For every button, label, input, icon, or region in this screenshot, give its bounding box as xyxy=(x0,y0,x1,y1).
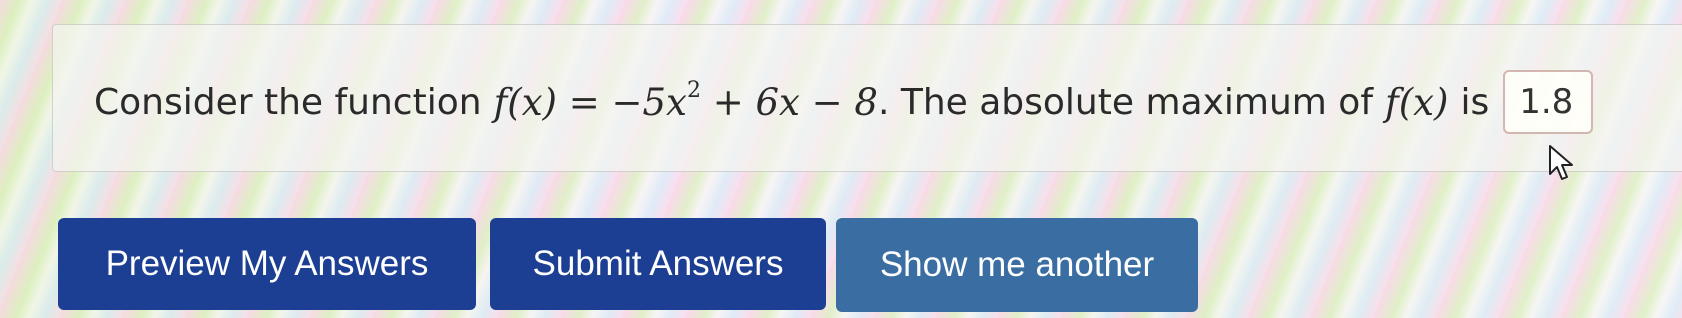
problem-statement: Consider the function f(x) = −5x2 + 6x −… xyxy=(94,70,1594,134)
submit-answers-button[interactable]: Submit Answers xyxy=(490,218,826,310)
problem-suffix: is xyxy=(1460,81,1490,123)
function-expression: f(x) = −5x2 + 6x − 8 xyxy=(493,78,878,124)
show-another-button[interactable]: Show me another xyxy=(836,218,1198,312)
function-lhs: f(x) = −5x xyxy=(493,80,687,124)
function-rest: + 6x − 8 xyxy=(712,80,878,124)
mouse-pointer-icon xyxy=(1549,145,1573,180)
function-name: f(x) xyxy=(1385,80,1449,124)
problem-prefix: Consider the function xyxy=(94,81,482,123)
answer-input[interactable] xyxy=(1503,70,1594,134)
exponent: 2 xyxy=(686,78,701,104)
problem-mid-text: . The absolute maximum of xyxy=(877,81,1373,123)
preview-answers-button[interactable]: Preview My Answers xyxy=(58,218,476,310)
